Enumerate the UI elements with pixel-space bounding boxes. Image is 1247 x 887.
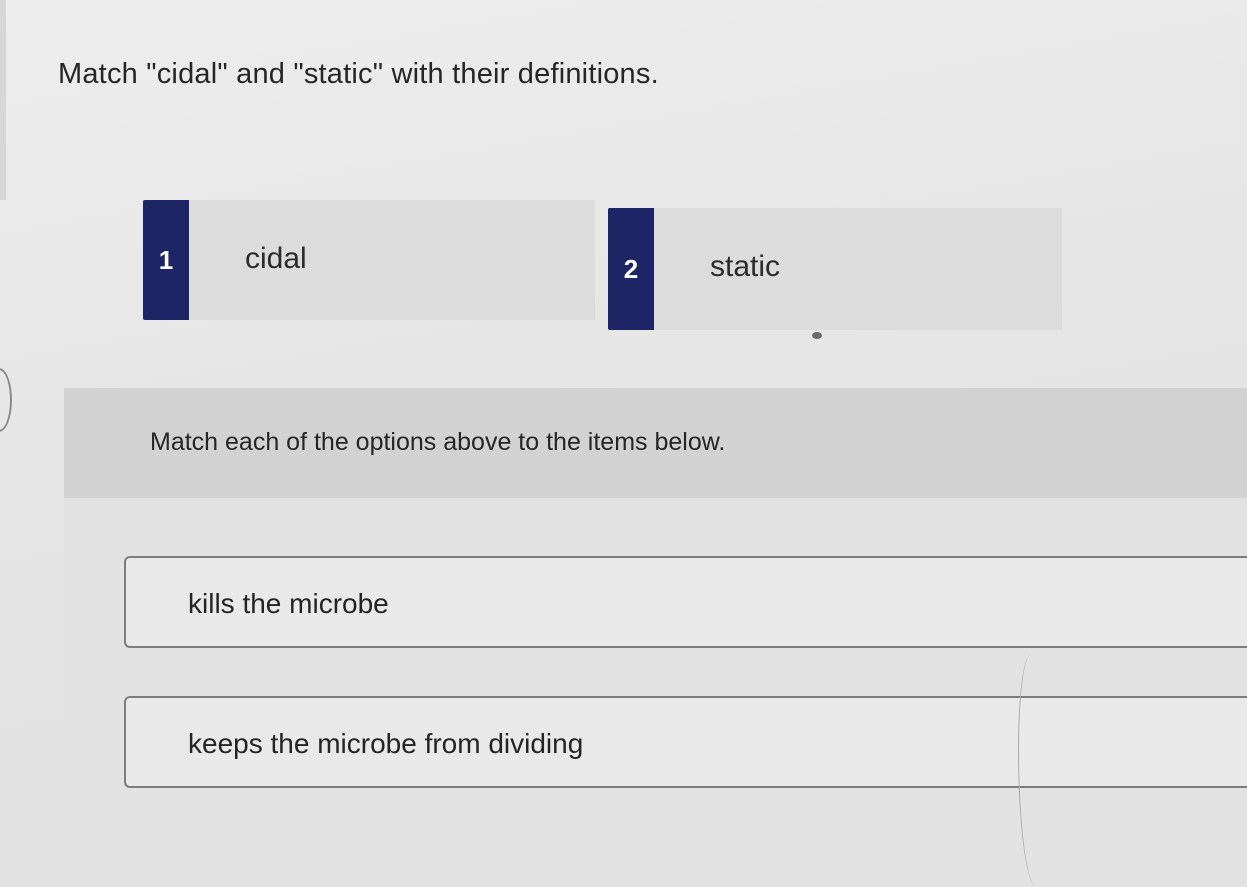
option-card-cidal[interactable]: 1 cidal [143,200,595,320]
left-edge-strip [0,0,6,200]
left-edge-notch [0,368,12,432]
option-label: static [710,250,781,283]
target-label: kills the microbe [188,588,389,619]
screen-speck [812,332,822,339]
option-card-static[interactable]: 2 static [608,208,1062,330]
option-number-badge: 2 [608,208,654,330]
drop-target-keeps-from-dividing[interactable]: keeps the microbe from dividing [124,696,1247,788]
option-label: cidal [245,242,307,275]
instructions-text: Match each of the options above to the i… [150,428,726,456]
question-prompt: Match "cidal" and "static" with their de… [58,58,659,90]
target-label: keeps the microbe from dividing [188,728,584,759]
drop-target-kills[interactable]: kills the microbe [124,556,1247,648]
option-number-badge: 1 [143,200,189,320]
